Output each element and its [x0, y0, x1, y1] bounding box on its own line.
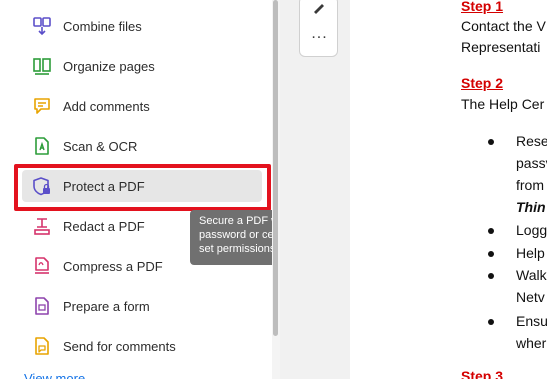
tool-protect-pdf[interactable]: Protect a PDF [22, 170, 262, 202]
tools-panel: Combine files Organize pages Add comment… [0, 0, 272, 379]
protect-pdf-icon [32, 176, 52, 196]
tool-label: Protect a PDF [63, 178, 145, 194]
doc-text: Thin [516, 199, 546, 215]
tool-scan-ocr[interactable]: Scan & OCR [22, 130, 262, 162]
doc-text: Help [516, 245, 545, 261]
redact-pdf-icon [32, 216, 52, 236]
add-comments-icon [32, 96, 52, 116]
tool-combine-files[interactable]: Combine files [22, 10, 262, 42]
compress-pdf-icon [32, 256, 52, 276]
scan-ocr-icon [32, 136, 52, 156]
tool-send-for-comments[interactable]: Send for comments [22, 330, 262, 362]
doc-text: Logg [516, 222, 547, 238]
combine-files-icon [32, 16, 52, 36]
tool-label: Compress a PDF [63, 258, 163, 274]
doc-step-heading: Step 3 [461, 368, 504, 379]
bullet-dot [488, 273, 494, 279]
tool-label: Add comments [63, 98, 150, 114]
doc-text: from [516, 177, 544, 193]
more-options-button[interactable]: ... [300, 25, 339, 43]
bullet-dot [488, 139, 494, 145]
bullet-dot [488, 319, 494, 325]
tools-panel-scrollbar[interactable] [272, 0, 280, 379]
doc-text: Rese [516, 133, 547, 149]
doc-step-heading: Step 2 [461, 75, 504, 91]
tool-label: Prepare a form [63, 298, 150, 314]
doc-text: Contact the V [461, 18, 546, 34]
view-more-link[interactable]: View more [24, 371, 85, 379]
tool-label: Scan & OCR [63, 138, 138, 154]
document-page: Step 1 Contact the V Representati Step 2… [350, 0, 547, 379]
tool-label: Combine files [63, 18, 142, 34]
quick-toolbar: ... [299, 0, 338, 57]
doc-text: Walk [516, 267, 547, 283]
tool-label: Organize pages [63, 58, 155, 74]
tool-prepare-form[interactable]: Prepare a form [22, 290, 262, 322]
doc-text: passv [516, 155, 547, 171]
tool-label: Send for comments [63, 338, 176, 354]
prepare-form-icon [32, 296, 52, 316]
scrollbar-thumb[interactable] [273, 0, 278, 336]
doc-text: wher [516, 335, 547, 351]
doc-text: Netv [516, 289, 545, 305]
tool-organize-pages[interactable]: Organize pages [22, 50, 262, 82]
bullet-dot [488, 251, 494, 257]
organize-pages-icon [32, 56, 52, 76]
send-for-comments-icon [32, 336, 52, 356]
doc-text: Representati [461, 39, 541, 55]
tool-label: Redact a PDF [63, 218, 145, 234]
bullet-dot [488, 228, 494, 234]
doc-text: Ensu [516, 313, 547, 329]
doc-text: The Help Cer [461, 96, 545, 112]
draw-pen-icon[interactable] [311, 1, 327, 15]
doc-step-heading: Step 1 [461, 0, 504, 14]
tool-add-comments[interactable]: Add comments [22, 90, 262, 122]
